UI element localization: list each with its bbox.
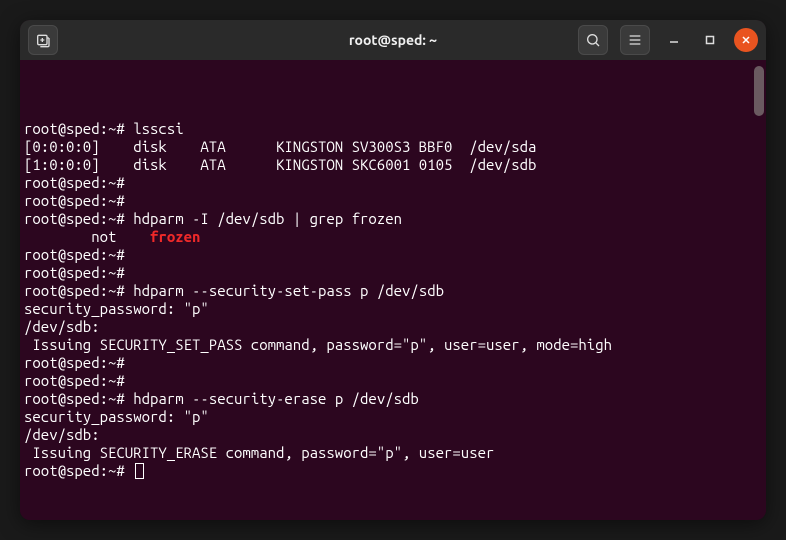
terminal-line: [1:0:0:0] disk ATA KINGSTON SKC6001 0105… bbox=[24, 156, 762, 174]
command-text: lsscsi bbox=[133, 120, 183, 137]
prompt-user: root@sped bbox=[24, 354, 100, 371]
window-title: root@sped: ~ bbox=[349, 32, 437, 48]
prompt-user: root@sped bbox=[24, 246, 100, 263]
prompt-separator: : bbox=[100, 120, 108, 137]
output-text: [1:0:0:0] disk ATA KINGSTON SKC6001 0105… bbox=[24, 156, 536, 173]
prompt-symbol: # bbox=[116, 372, 124, 389]
prompt-symbol: # bbox=[116, 264, 124, 281]
terminal-line: security_password: "p" bbox=[24, 408, 762, 426]
output-text: security_password: "p" bbox=[24, 408, 209, 425]
command-text: hdparm --security-erase p /dev/sdb bbox=[133, 390, 419, 407]
output-text: /dev/sdb: bbox=[24, 318, 100, 335]
terminal-line: not frozen bbox=[24, 228, 762, 246]
output-text: security_password: "p" bbox=[24, 300, 209, 317]
terminal-line: root@sped:~# bbox=[24, 246, 762, 264]
prompt-user: root@sped bbox=[24, 264, 100, 281]
command-text: hdparm -I /dev/sdb | grep frozen bbox=[133, 210, 402, 227]
scrollbar-thumb[interactable] bbox=[754, 66, 764, 116]
output-text: [0:0:0:0] disk ATA KINGSTON SV300S3 BBF0… bbox=[24, 138, 536, 155]
terminal-line: Issuing SECURITY_SET_PASS command, passw… bbox=[24, 336, 762, 354]
titlebar: root@sped: ~ bbox=[20, 20, 766, 60]
prompt-user: root@sped bbox=[24, 390, 100, 407]
terminal-line: Issuing SECURITY_ERASE command, password… bbox=[24, 444, 762, 462]
prompt-user: root@sped bbox=[24, 174, 100, 191]
maximize-button[interactable] bbox=[698, 28, 722, 52]
terminal-line: root@sped:~# bbox=[24, 354, 762, 372]
terminal-line: root@sped:~# bbox=[24, 462, 762, 480]
prompt-separator: : bbox=[100, 390, 108, 407]
prompt-user: root@sped bbox=[24, 372, 100, 389]
output-text: not bbox=[24, 228, 150, 245]
terminal-body[interactable]: root@sped:~# lsscsi[0:0:0:0] disk ATA KI… bbox=[20, 60, 766, 520]
prompt-symbol: # bbox=[116, 174, 124, 191]
terminal-window: root@sped: ~ root@sped:~# lsscsi[0:0:0:0… bbox=[20, 20, 766, 520]
search-button[interactable] bbox=[578, 25, 608, 55]
terminal-line: security_password: "p" bbox=[24, 300, 762, 318]
prompt-user: root@sped bbox=[24, 462, 100, 479]
prompt-separator: : bbox=[100, 282, 108, 299]
prompt-symbol: # bbox=[116, 246, 124, 263]
output-text: Issuing SECURITY_SET_PASS command, passw… bbox=[24, 336, 612, 353]
prompt-separator: : bbox=[100, 462, 108, 479]
prompt-separator: : bbox=[100, 210, 108, 227]
terminal-line: root@sped:~# bbox=[24, 372, 762, 390]
prompt-separator: : bbox=[100, 192, 108, 209]
prompt-symbol: # bbox=[116, 354, 124, 371]
prompt-user: root@sped bbox=[24, 120, 100, 137]
prompt-symbol: # bbox=[116, 282, 124, 299]
prompt-separator: : bbox=[100, 264, 108, 281]
prompt-symbol: # bbox=[116, 390, 124, 407]
cursor bbox=[135, 463, 144, 479]
terminal-line: root@sped:~# bbox=[24, 264, 762, 282]
terminal-line: root@sped:~# hdparm -I /dev/sdb | grep f… bbox=[24, 210, 762, 228]
prompt-symbol: # bbox=[116, 192, 124, 209]
terminal-line: [0:0:0:0] disk ATA KINGSTON SV300S3 BBF0… bbox=[24, 138, 762, 156]
terminal-line: root@sped:~# lsscsi bbox=[24, 120, 762, 138]
prompt-separator: : bbox=[100, 372, 108, 389]
close-button[interactable] bbox=[734, 28, 758, 52]
prompt-separator: : bbox=[100, 354, 108, 371]
terminal-line: root@sped:~# hdparm --security-set-pass … bbox=[24, 282, 762, 300]
terminal-line: /dev/sdb: bbox=[24, 426, 762, 444]
output-text: /dev/sdb: bbox=[24, 426, 100, 443]
prompt-symbol: # bbox=[116, 210, 124, 227]
prompt-separator: : bbox=[100, 174, 108, 191]
terminal-line: root@sped:~# bbox=[24, 174, 762, 192]
prompt-user: root@sped bbox=[24, 282, 100, 299]
highlighted-text: frozen bbox=[150, 228, 200, 245]
terminal-line: root@sped:~# hdparm --security-erase p /… bbox=[24, 390, 762, 408]
prompt-separator: : bbox=[100, 246, 108, 263]
menu-button[interactable] bbox=[620, 25, 650, 55]
command-text: hdparm --security-set-pass p /dev/sdb bbox=[133, 282, 444, 299]
terminal-line: root@sped:~# bbox=[24, 192, 762, 210]
terminal-line: /dev/sdb: bbox=[24, 318, 762, 336]
prompt-user: root@sped bbox=[24, 210, 100, 227]
prompt-user: root@sped bbox=[24, 192, 100, 209]
new-tab-button[interactable] bbox=[28, 25, 58, 55]
output-text: Issuing SECURITY_ERASE command, password… bbox=[24, 444, 494, 461]
prompt-symbol: # bbox=[116, 462, 124, 479]
prompt-symbol: # bbox=[116, 120, 124, 137]
minimize-button[interactable] bbox=[662, 28, 686, 52]
